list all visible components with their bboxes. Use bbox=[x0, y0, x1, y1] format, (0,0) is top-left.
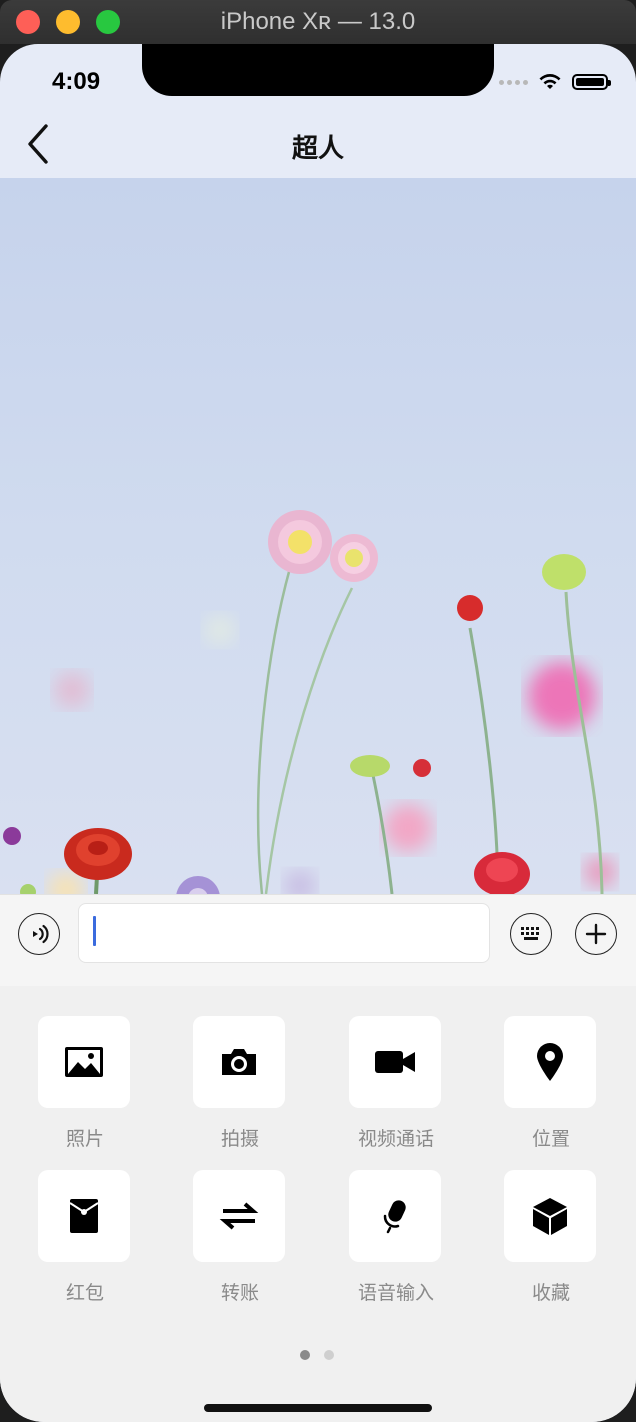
chat-input-bar bbox=[0, 894, 636, 988]
page-dot[interactable] bbox=[324, 1350, 334, 1360]
video-call-icon bbox=[375, 1051, 415, 1073]
voice-mode-button[interactable] bbox=[18, 913, 60, 955]
navigation-bar: 超人 bbox=[0, 96, 636, 178]
window-title: iPhone Xʀ — 13.0 bbox=[220, 8, 416, 35]
battery-icon bbox=[572, 74, 611, 90]
chat-background-image bbox=[0, 178, 636, 894]
panel-item-label: 拍摄 bbox=[220, 1128, 259, 1150]
panel-tile[interactable] bbox=[38, 1170, 130, 1262]
camera-icon bbox=[222, 1049, 256, 1075]
status-icons bbox=[499, 72, 611, 92]
more-functions-button[interactable] bbox=[575, 913, 617, 955]
panel-tile[interactable] bbox=[349, 1016, 441, 1108]
panel-item-label: 位置 bbox=[531, 1128, 570, 1150]
panel-item-voice-input[interactable]: 语音输入 bbox=[349, 1170, 443, 1305]
favorites-box-icon bbox=[533, 1198, 567, 1235]
notch bbox=[142, 44, 494, 96]
panel-item-label: 视频通话 bbox=[357, 1128, 434, 1150]
panel-item-photo[interactable]: 照片 bbox=[38, 1016, 132, 1151]
panel-item-location[interactable]: 位置 bbox=[504, 1016, 598, 1151]
text-caret bbox=[93, 916, 96, 946]
status-time: 4:09 bbox=[52, 68, 101, 95]
message-input[interactable] bbox=[78, 903, 490, 963]
panel-item-label: 转账 bbox=[220, 1282, 259, 1304]
red-envelope-icon bbox=[69, 1199, 99, 1233]
transfer-icon bbox=[219, 1202, 259, 1230]
plus-icon bbox=[585, 923, 607, 945]
panel-tile[interactable] bbox=[193, 1170, 285, 1262]
panel-item-video-call[interactable]: 视频通话 bbox=[349, 1016, 443, 1151]
page-indicator bbox=[300, 1350, 334, 1360]
page-dot-active[interactable] bbox=[300, 1350, 310, 1360]
simulator-title-bar: iPhone Xʀ — 13.0 bbox=[0, 0, 636, 44]
home-indicator[interactable] bbox=[204, 1404, 432, 1412]
location-icon bbox=[537, 1043, 563, 1081]
phone-screen: 4:09 超人 照片 拍摄 视频通话 位置 红包 转账 语音输入 收藏 bbox=[0, 44, 636, 1422]
panel-item-camera[interactable]: 拍摄 bbox=[193, 1016, 287, 1151]
voice-wave-icon bbox=[33, 924, 49, 944]
panel-item-label: 红包 bbox=[65, 1282, 104, 1304]
panel-tile[interactable] bbox=[349, 1170, 441, 1262]
panel-tile[interactable] bbox=[38, 1016, 130, 1108]
keyboard-button[interactable] bbox=[510, 913, 552, 955]
panel-item-red-envelope[interactable]: 红包 bbox=[38, 1170, 132, 1305]
wifi-icon bbox=[539, 74, 561, 89]
panel-tile[interactable] bbox=[504, 1016, 596, 1108]
microphone-icon bbox=[383, 1200, 406, 1234]
more-functions-panel: 照片 拍摄 视频通话 位置 红包 转账 语音输入 收藏 bbox=[0, 986, 636, 1422]
panel-item-label: 收藏 bbox=[531, 1282, 570, 1304]
photo-icon bbox=[65, 1047, 103, 1077]
panel-item-label: 语音输入 bbox=[357, 1282, 434, 1304]
panel-item-label: 照片 bbox=[65, 1128, 104, 1150]
panel-item-favorites[interactable]: 收藏 bbox=[504, 1170, 598, 1305]
chat-title: 超人 bbox=[291, 134, 344, 164]
cellular-signal-icon bbox=[499, 79, 528, 85]
panel-item-transfer[interactable]: 转账 bbox=[193, 1170, 287, 1305]
flowers-illustration bbox=[3, 510, 616, 894]
keyboard-icon bbox=[521, 927, 539, 940]
panel-tile[interactable] bbox=[193, 1016, 285, 1108]
panel-tile[interactable] bbox=[504, 1170, 596, 1262]
